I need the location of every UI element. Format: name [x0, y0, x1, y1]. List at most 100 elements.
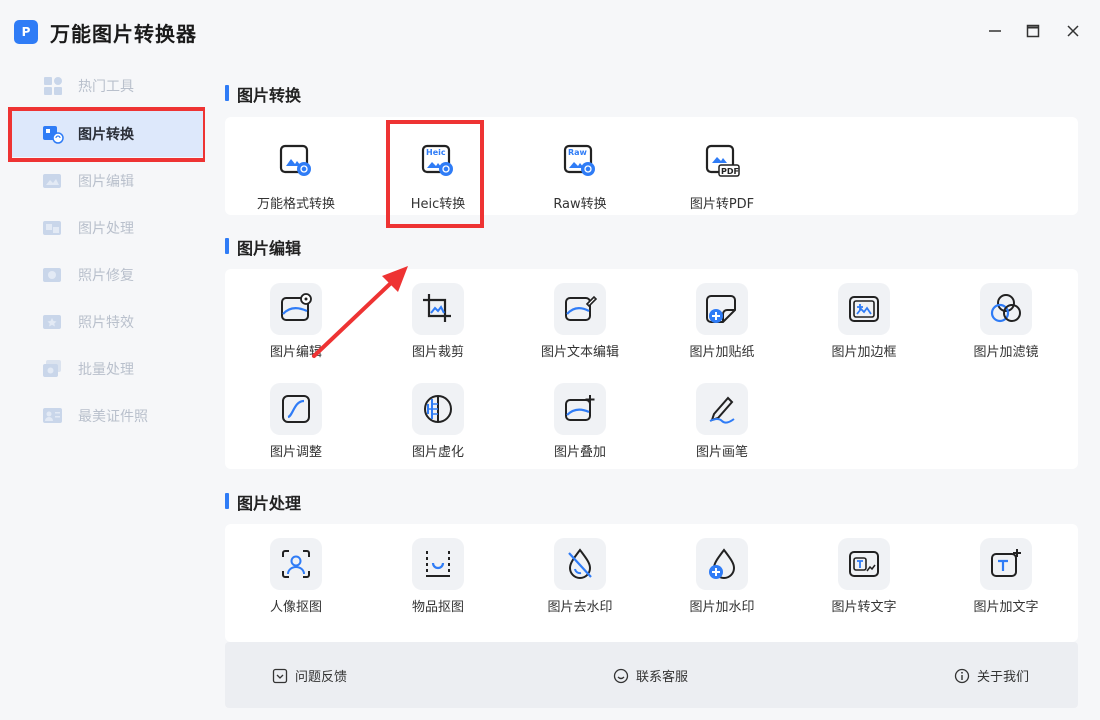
- tool-format-convert[interactable]: 万能格式转换: [241, 135, 351, 212]
- sidebar-item-label: 照片特效: [78, 314, 134, 331]
- sidebar-item-label: 图片处理: [78, 220, 134, 237]
- heic-badge-text: Heic: [426, 148, 446, 157]
- sidebar-item-hot-tools[interactable]: 热门工具: [10, 62, 203, 109]
- batch-icon: [42, 358, 64, 380]
- tool-label: 图片转PDF: [689, 197, 755, 212]
- tool-filter[interactable]: 图片加滤镜: [951, 283, 1061, 360]
- photo-repair-icon: [42, 264, 64, 286]
- add-text-icon: [980, 538, 1032, 590]
- tool-overlay[interactable]: 图片叠加: [525, 383, 635, 460]
- tool-label: 图片加边框: [831, 345, 897, 360]
- curve-adjust-icon: [270, 383, 322, 435]
- sidebar-item-label: 最美证件照: [78, 408, 148, 425]
- tool-label: 图片调整: [269, 445, 322, 460]
- sidebar-item-batch[interactable]: 批量处理: [10, 345, 203, 392]
- tool-heic-convert[interactable]: Heic Heic转换: [383, 135, 493, 212]
- app-title: 万能图片转换器: [50, 22, 197, 46]
- image-edit-icon: [42, 170, 64, 192]
- about-label: 关于我们: [977, 670, 1030, 685]
- tool-label: 万能格式转换: [256, 197, 335, 212]
- panel-process: 人像抠图 物品抠图 图片去水印 图片加水印 图片转文字 图片加文字: [225, 524, 1078, 642]
- tool-label: 图片转文字: [831, 600, 897, 615]
- tool-label: Heic转换: [410, 197, 466, 212]
- tool-image-to-pdf[interactable]: PDF 图片转PDF: [667, 135, 777, 212]
- minimize-icon: [989, 30, 1001, 32]
- section-title-process: 图片处理: [225, 490, 301, 514]
- raw-badge-text: Raw: [568, 148, 588, 157]
- sidebar-item-label: 批量处理: [78, 361, 134, 378]
- info-icon: [953, 667, 971, 685]
- tool-object-cutout[interactable]: 物品抠图: [383, 538, 493, 615]
- tool-label: 图片裁剪: [411, 345, 464, 360]
- tool-label: 人像抠图: [269, 600, 322, 615]
- sticker-icon: [696, 283, 748, 335]
- tool-label: 物品抠图: [411, 600, 464, 615]
- tool-text-edit[interactable]: 图片文本编辑: [525, 283, 635, 360]
- sidebar-item-image-process[interactable]: 图片处理: [10, 204, 203, 251]
- title-bar: P 万能图片转换器: [0, 0, 1100, 60]
- tool-label: 图片去水印: [547, 600, 613, 615]
- heic-icon: Heic: [412, 135, 464, 187]
- tool-sticker[interactable]: 图片加贴纸: [667, 283, 777, 360]
- raw-icon: Raw: [554, 135, 606, 187]
- crop-icon: [412, 283, 464, 335]
- image-to-text-icon: [838, 538, 890, 590]
- grid-icon: [42, 75, 64, 97]
- section-title-convert: 图片转换: [225, 82, 301, 106]
- panel-convert: 万能格式转换 Heic Heic转换 Raw Raw转换 PDF 图片转PDF: [225, 117, 1078, 215]
- app-logo-icon: P: [14, 20, 38, 44]
- tool-label: 图片加滤镜: [973, 345, 1039, 360]
- feedback-button[interactable]: 问题反馈: [271, 666, 347, 685]
- support-button[interactable]: 联系客服: [612, 666, 688, 685]
- feedback-icon: [271, 667, 289, 685]
- tool-remove-watermark[interactable]: 图片去水印: [525, 538, 635, 615]
- sidebar-item-photo-effect[interactable]: 照片特效: [10, 298, 203, 345]
- pdf-icon: PDF: [696, 135, 748, 187]
- tool-label: 图片文本编辑: [540, 345, 619, 360]
- maximize-button[interactable]: [1018, 18, 1048, 44]
- close-button[interactable]: [1058, 18, 1088, 44]
- tool-adjust[interactable]: 图片调整: [241, 383, 351, 460]
- tool-raw-convert[interactable]: Raw Raw转换: [525, 135, 635, 212]
- tool-frame[interactable]: 图片加边框: [809, 283, 919, 360]
- tool-portrait-cutout[interactable]: 人像抠图: [241, 538, 351, 615]
- tool-image-to-text[interactable]: 图片转文字: [809, 538, 919, 615]
- sidebar-item-image-convert[interactable]: 图片转换: [10, 110, 203, 157]
- support-label: 联系客服: [636, 670, 689, 685]
- photo-effect-icon: [42, 311, 64, 333]
- image-process-icon: [42, 217, 64, 239]
- tool-label: 图片虚化: [411, 445, 464, 460]
- tool-label: 图片叠加: [553, 445, 606, 460]
- image-settings-icon: [270, 283, 322, 335]
- overlay-icon: [554, 383, 606, 435]
- about-button[interactable]: 关于我们: [953, 666, 1029, 685]
- tool-brush[interactable]: 图片画笔: [667, 383, 777, 460]
- tool-label: 图片画笔: [695, 445, 748, 460]
- sidebar-item-id-photo[interactable]: 最美证件照: [10, 392, 203, 439]
- filter-icon: [980, 283, 1032, 335]
- sidebar-item-photo-repair[interactable]: 照片修复: [10, 251, 203, 298]
- format-convert-icon: [270, 135, 322, 187]
- close-icon: [1067, 25, 1079, 37]
- tool-label: 图片加贴纸: [689, 345, 755, 360]
- tool-image-crop[interactable]: 图片裁剪: [383, 283, 493, 360]
- main-content: 图片转换 万能格式转换 Heic Heic转换 Raw Raw转换 PDF 图片…: [205, 60, 1100, 720]
- tool-blur[interactable]: 图片虚化: [383, 383, 493, 460]
- tool-label: 图片加文字: [973, 600, 1039, 615]
- sidebar-item-label: 热门工具: [78, 78, 134, 95]
- bottom-bar: 问题反馈 联系客服 关于我们: [225, 642, 1078, 708]
- tool-add-watermark[interactable]: 图片加水印: [667, 538, 777, 615]
- tool-add-text[interactable]: 图片加文字: [951, 538, 1061, 615]
- panel-edit: 图片编辑 图片裁剪 图片文本编辑 图片加贴纸 图片加边框 图片加滤镜 图片调整 …: [225, 269, 1078, 469]
- pdf-badge-text: PDF: [721, 167, 739, 176]
- sidebar-item-label: 照片修复: [78, 267, 134, 284]
- tool-image-edit[interactable]: 图片编辑: [241, 283, 351, 360]
- tool-label: Raw转换: [553, 197, 607, 212]
- sidebar: 热门工具 图片转换 图片编辑 图片处理 照片修复 照片特效 批量处理 最美证件照: [0, 60, 205, 720]
- tool-label: 图片加水印: [689, 600, 755, 615]
- sidebar-item-image-edit[interactable]: 图片编辑: [10, 157, 203, 204]
- blur-icon: [412, 383, 464, 435]
- minimize-button[interactable]: [980, 18, 1010, 44]
- sidebar-item-label: 图片编辑: [78, 173, 134, 190]
- frame-icon: [838, 283, 890, 335]
